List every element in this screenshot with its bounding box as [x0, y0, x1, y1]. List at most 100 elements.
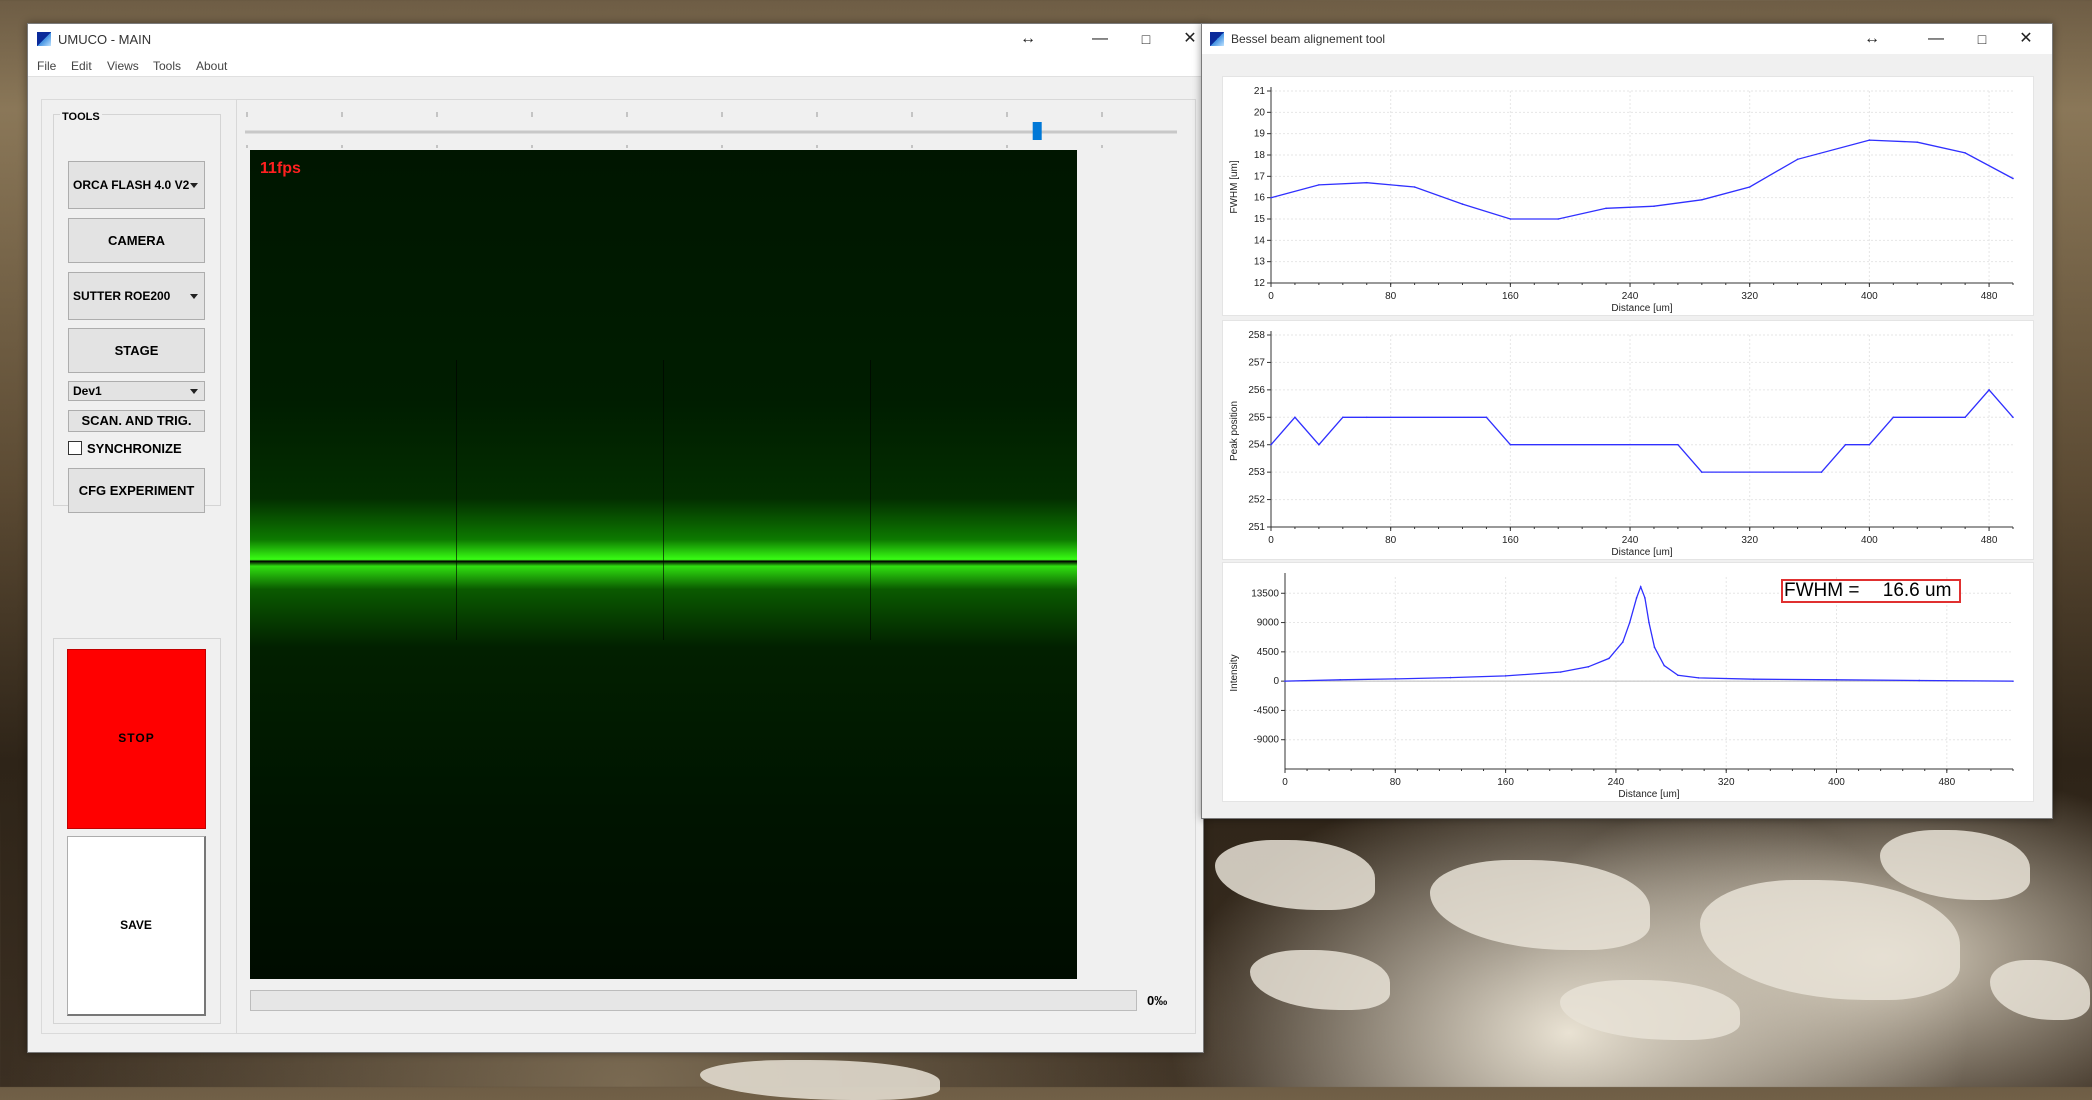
save-label: SAVE [120, 918, 152, 932]
y-tick-label: 17 [1254, 171, 1266, 182]
data-point [2012, 177, 2014, 180]
stop-label: STOP [118, 731, 155, 745]
data-point [1559, 671, 1562, 673]
device-select-value: Dev1 [73, 384, 102, 398]
data-point [1988, 389, 1990, 391]
y-tick-label: 9000 [1257, 618, 1280, 629]
data-point [1663, 664, 1665, 667]
cfg-experiment-button[interactable]: CFG EXPERIMENT [68, 468, 205, 513]
y-tick-label: 19 [1254, 129, 1266, 140]
save-button[interactable]: SAVE [67, 836, 206, 1016]
main-window-title: UMUCO - MAIN [58, 32, 152, 47]
data-point [1835, 679, 1838, 681]
y-tick-label: 251 [1248, 522, 1265, 533]
bessel-titlebar[interactable]: Bessel beam alignement tool ↔ — □ ✕ [1202, 24, 2052, 54]
data-point [1677, 443, 1679, 446]
left-panel: TOOLS ORCA FLASH 4.0 V2 CAMERA SUTTER RO… [41, 99, 252, 1034]
series-line [1270, 139, 2014, 220]
menu-edit[interactable]: Edit [71, 59, 92, 73]
data-point [1653, 205, 1655, 207]
camera-panel: 11fps 0‰ [236, 99, 1196, 1034]
data-point [1639, 585, 1642, 588]
fwhm-readout: FWHM = 16.6 um [1781, 579, 1961, 603]
data-point [1605, 207, 1607, 210]
y-tick-label: 13 [1254, 257, 1266, 268]
data-point [1653, 646, 1656, 649]
maximize-button[interactable]: □ [1128, 28, 1164, 50]
x-axis-label: Distance [um] [1618, 789, 1679, 800]
close-button[interactable]: ✕ [2008, 28, 2044, 50]
data-point [1701, 471, 1703, 473]
peak-chart-panel: 0 80 160 240 320 400 480 251 252 253 254 255 256 257 2… [1222, 320, 2034, 560]
y-tick-label: 252 [1248, 495, 1265, 506]
series-line [1270, 388, 2014, 473]
stop-button[interactable]: STOP [67, 649, 206, 829]
x-tick-label: 320 [1741, 535, 1758, 546]
x-tick-label: 480 [1981, 535, 1998, 546]
x-tick-label: 160 [1502, 535, 1519, 546]
fwhm-readout-value: 16.6 um [1882, 580, 1952, 601]
menu-views[interactable]: Views [107, 59, 139, 73]
progress-bar [250, 990, 1137, 1011]
fwhm-chart-panel: 0 80 160 240 320 400 480 12 13 14 15 16 17 18 19 20 21 Di… [1222, 76, 2034, 316]
synchronize-checkbox[interactable] [68, 441, 82, 455]
slider-thumb[interactable] [1032, 122, 1042, 140]
data-point [1868, 139, 1871, 141]
data-point [1270, 196, 1272, 199]
menu-file[interactable]: File [37, 59, 56, 73]
y-axis-label: Peak position [1229, 401, 1240, 461]
data-point [1677, 674, 1679, 677]
data-point [1644, 597, 1646, 599]
x-tick-label: 320 [1741, 291, 1758, 302]
menu-tools[interactable]: Tools [153, 59, 181, 73]
camera-select[interactable]: ORCA FLASH 4.0 V2 [68, 161, 205, 209]
image-seam [663, 360, 664, 640]
y-tick-label: 257 [1248, 357, 1265, 368]
y-tick-label: 14 [1254, 235, 1266, 246]
data-point [1365, 181, 1368, 184]
device-select[interactable]: Dev1 [68, 381, 205, 401]
fps-label: 11fps [260, 160, 301, 177]
chevron-down-icon [190, 294, 198, 299]
data-point [1270, 443, 1272, 446]
chevron-down-icon [190, 183, 198, 188]
resize-arrows-icon[interactable]: ↔ [1010, 28, 1046, 50]
resize-arrows-icon[interactable]: ↔ [1854, 28, 1890, 50]
camera-button[interactable]: CAMERA [68, 218, 205, 263]
menu-about[interactable]: About [196, 59, 227, 73]
app-icon [1210, 32, 1224, 46]
data-point [1608, 657, 1610, 660]
maximize-button[interactable]: □ [1964, 28, 2000, 50]
data-point [1339, 679, 1341, 681]
y-tick-label: 0 [1273, 676, 1279, 687]
y-tick-label: 20 [1254, 107, 1266, 118]
data-point [1342, 416, 1344, 419]
data-point [1701, 199, 1703, 201]
app-icon [37, 32, 51, 46]
x-tick-label: 400 [1861, 535, 1878, 546]
main-titlebar[interactable]: UMUCO - MAIN ↔ — □ ✕ [28, 24, 1203, 54]
data-point [1918, 679, 1921, 682]
position-slider[interactable] [245, 108, 1185, 148]
x-tick-label: 0 [1268, 535, 1274, 546]
bessel-window: Bessel beam alignement tool ↔ — □ ✕ 0 80 1… [1201, 23, 2053, 819]
minimize-button[interactable]: — [1918, 28, 1954, 50]
progress-text: 0‰ [1147, 993, 1168, 1008]
camera-image: 11fps [250, 150, 1077, 979]
stage-select-value: SUTTER ROE200 [73, 289, 171, 303]
minimize-button[interactable]: — [1082, 28, 1118, 50]
data-point [1587, 666, 1590, 668]
data-point [1964, 152, 1966, 154]
y-tick-label: 253 [1248, 467, 1265, 478]
stage-button[interactable]: STAGE [68, 328, 205, 373]
main-menubar: File Edit Views Tools About [28, 54, 1203, 77]
data-point [1844, 443, 1847, 446]
y-tick-label: 12 [1254, 278, 1266, 289]
stage-select[interactable]: SUTTER ROE200 [68, 272, 205, 320]
x-tick-label: 80 [1390, 777, 1402, 788]
peak-position-chart: 0 80 160 240 320 400 480 251 252 253 254 255 256 257 2… [1229, 330, 2014, 558]
x-tick-label: 400 [1861, 291, 1878, 302]
scan-trig-button[interactable]: SCAN. AND TRIG. [68, 410, 205, 432]
tools-label: TOOLS [60, 111, 102, 123]
x-axis-label: Distance [um] [1611, 303, 1672, 314]
